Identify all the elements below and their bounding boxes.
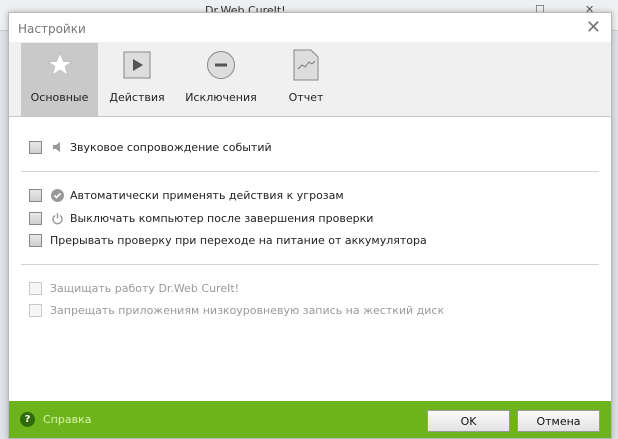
minus-circle-icon — [181, 43, 261, 87]
power-icon — [50, 211, 64, 225]
tab-bar: Основные Действия Исключения Отчет — [9, 42, 611, 117]
check-circle-icon — [50, 188, 64, 202]
option-battery-interrupt[interactable]: Прерывать проверку при переходе на питан… — [29, 234, 427, 247]
dialog-title: Настройки — [18, 22, 86, 36]
option-self-protection: Защищать работу Dr.Web CureIt! — [29, 282, 239, 295]
tab-general[interactable]: Основные — [21, 43, 98, 116]
play-icon — [106, 43, 168, 87]
option-auto-actions[interactable]: Автоматически применять действия к угроз… — [29, 188, 344, 202]
tab-actions[interactable]: Действия — [106, 43, 168, 116]
separator — [21, 264, 599, 265]
option-shutdown[interactable]: Выключать компьютер после завершения про… — [29, 211, 373, 225]
checkbox[interactable] — [29, 140, 42, 154]
speaker-icon — [50, 140, 64, 154]
ok-button[interactable]: OK — [427, 410, 510, 432]
checkbox[interactable] — [29, 234, 42, 247]
report-document-icon — [276, 43, 336, 87]
star-icon — [21, 43, 98, 87]
checkbox — [29, 282, 42, 295]
settings-dialog: Настройки ✕ Основные Действия Исключения… — [8, 12, 612, 439]
checkbox[interactable] — [29, 188, 42, 202]
tab-exclusions[interactable]: Исключения — [181, 43, 261, 116]
option-sound[interactable]: Звуковое сопровождение событий — [29, 140, 272, 154]
help-link[interactable]: ? Справка — [20, 412, 91, 427]
checkbox — [29, 304, 42, 317]
footer: ? Справка OK Отмена — [9, 401, 611, 438]
option-block-low-level-write: Запрещать приложениям низкоуровневую зап… — [29, 304, 444, 317]
checkbox[interactable] — [29, 211, 42, 225]
cancel-button[interactable]: Отмена — [517, 410, 600, 432]
help-icon: ? — [20, 412, 35, 427]
tab-report[interactable]: Отчет — [276, 43, 336, 116]
separator — [21, 171, 599, 172]
close-icon[interactable]: ✕ — [586, 17, 601, 38]
